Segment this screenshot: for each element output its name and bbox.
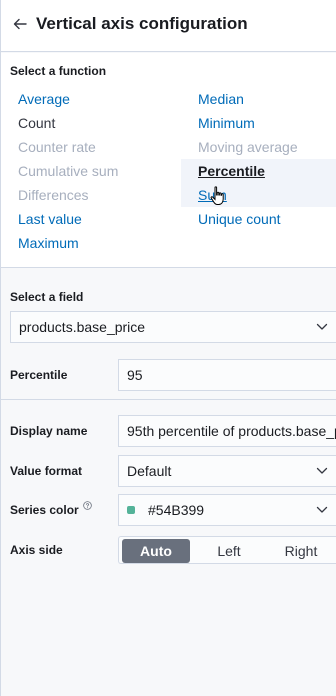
percentile-value: 95 [127, 367, 143, 383]
function-maximum[interactable]: Maximum [1, 231, 79, 255]
axis-side-label: Axis side [10, 543, 63, 557]
function-counter-rate: Counter rate [18, 139, 96, 155]
function-average[interactable]: Average [1, 87, 70, 111]
value-format-label: Value format [10, 464, 83, 478]
axis-side-button-group: Auto Left Right [118, 536, 336, 564]
axis-side-left-button[interactable]: Left [195, 539, 263, 563]
function-cumulative-sum: Cumulative sum [18, 163, 119, 179]
panel-header: Vertical axis configuration [1, 0, 336, 52]
function-unique-count[interactable]: Unique count [181, 207, 281, 231]
series-color-value: #54B399 [148, 502, 205, 518]
series-color-label: Series color [10, 501, 92, 517]
field-section-label: Select a field [10, 290, 84, 304]
function-differences: Differences [18, 187, 89, 203]
value-format-select[interactable]: Default [118, 455, 336, 487]
function-minimum[interactable]: Minimum [181, 111, 255, 135]
function-moving-average: Moving average [198, 139, 298, 155]
function-last-value[interactable]: Last value [1, 207, 82, 231]
function-sum[interactable]: Sum [181, 183, 336, 207]
field-select[interactable]: products.base_price [10, 311, 336, 343]
chevron-down-icon [316, 323, 328, 330]
function-section-label: Select a function [10, 64, 107, 78]
value-format-value: Default [127, 463, 172, 479]
function-percentile[interactable]: Percentile [181, 159, 336, 183]
field-select-value: products.base_price [19, 319, 146, 335]
series-color-picker[interactable]: #54B399 [118, 494, 336, 526]
function-median[interactable]: Median [181, 87, 244, 111]
section-divider [1, 399, 336, 400]
axis-side-right-button[interactable]: Right [267, 539, 335, 563]
series-color-label-text: Series color [10, 503, 79, 517]
hand-pointer-cursor-icon [210, 186, 224, 205]
chevron-down-icon [316, 467, 328, 474]
color-swatch [127, 506, 135, 515]
arrow-left-icon[interactable] [12, 16, 28, 32]
page-title: Vertical axis configuration [36, 14, 248, 33]
axis-side-auto-button[interactable]: Auto [122, 539, 190, 563]
question-circle-icon[interactable] [82, 501, 92, 510]
display-name-value: 95th percentile of products.base_price [127, 423, 336, 439]
percentile-input[interactable]: 95 [118, 359, 336, 391]
function-selector: Select a function Average Median Count M… [1, 53, 336, 268]
percentile-label: Percentile [10, 368, 68, 382]
chevron-down-icon [316, 506, 328, 513]
display-name-label: Display name [10, 424, 88, 438]
display-name-input[interactable]: 95th percentile of products.base_price [118, 415, 336, 447]
function-count[interactable]: Count [1, 111, 55, 135]
